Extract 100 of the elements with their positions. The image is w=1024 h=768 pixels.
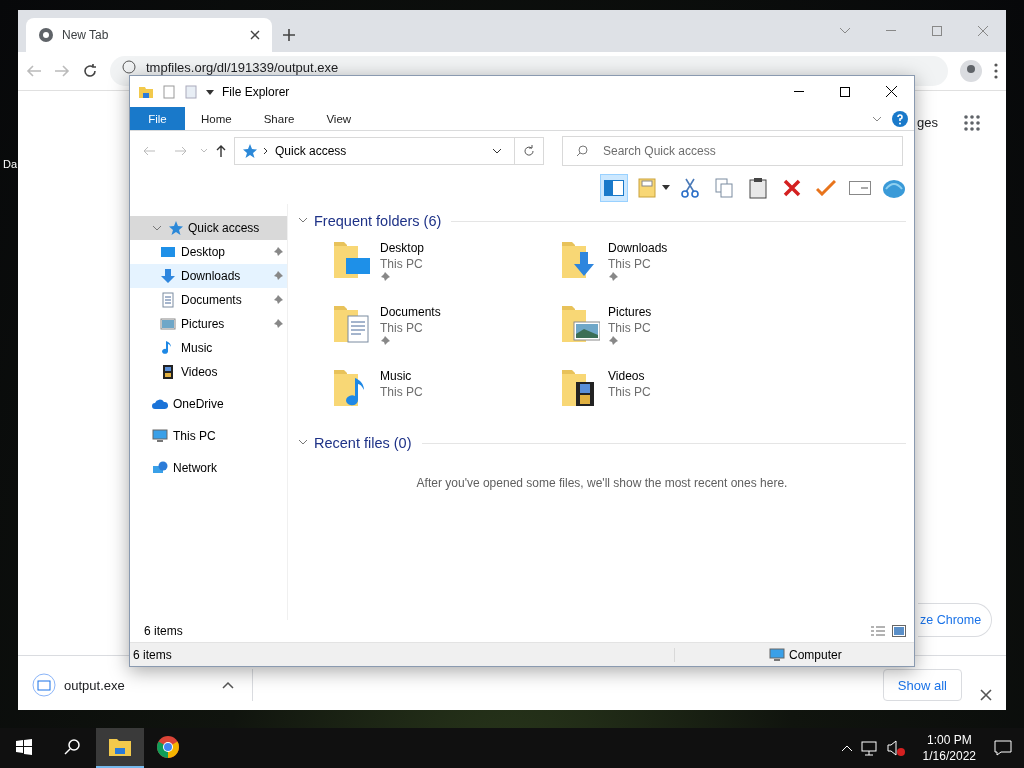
profile-icon[interactable] xyxy=(960,60,982,82)
volume-muted-icon[interactable] xyxy=(886,740,905,756)
folder-name: Pictures xyxy=(608,304,652,320)
window-title: File Explorer xyxy=(222,84,290,99)
taskbar-app[interactable] xyxy=(96,728,144,768)
url-text: tmpfiles.org/dl/191339/output.exe xyxy=(146,60,340,75)
delete-icon xyxy=(783,178,801,197)
folder-location: This PC xyxy=(380,320,424,336)
pane-button[interactable] xyxy=(600,173,628,202)
ribbon-tab[interactable]: Share xyxy=(247,107,311,130)
folder-location: This PC xyxy=(608,320,652,336)
folder-tile[interactable]: Videos This PC xyxy=(560,366,788,418)
note-icon xyxy=(638,177,658,198)
close-icon[interactable] xyxy=(980,689,992,701)
refresh-icon[interactable] xyxy=(523,145,535,157)
check-icon xyxy=(816,179,836,196)
dropdown-icon[interactable] xyxy=(206,87,214,96)
nav-item[interactable]: Documents xyxy=(130,288,287,312)
ribbon-tab[interactable]: View xyxy=(310,107,368,130)
nav-item[interactable]: Videos xyxy=(130,360,287,384)
help-icon[interactable] xyxy=(892,110,908,127)
download-item[interactable]: output.exe xyxy=(32,669,253,701)
nav-item[interactable]: Pictures xyxy=(130,312,287,336)
network-icon xyxy=(152,460,168,476)
up-icon[interactable] xyxy=(214,144,228,158)
reload-icon[interactable] xyxy=(82,63,98,79)
nav-label: Downloads xyxy=(181,269,242,283)
scissors-icon xyxy=(681,177,699,198)
folder-tile[interactable]: Downloads This PC xyxy=(560,238,788,290)
status-text: Computer xyxy=(789,647,842,662)
nav-label: Documents xyxy=(181,293,243,307)
ribbon-tab[interactable]: Home xyxy=(185,107,248,130)
chevron-down-icon[interactable] xyxy=(492,148,502,154)
browser-logo-icon xyxy=(156,735,180,759)
quick-icon xyxy=(167,220,183,236)
folder-name: Desktop xyxy=(380,240,425,256)
folder-name: Videos xyxy=(608,368,646,384)
close-icon[interactable] xyxy=(885,86,897,97)
pane-icon xyxy=(604,179,624,196)
address-text: Quick access xyxy=(275,144,348,158)
nav-item[interactable]: Desktop xyxy=(130,240,287,264)
pictures-icon xyxy=(160,316,176,332)
nav-item[interactable]: Music xyxy=(130,336,287,360)
search-field[interactable]: Search Quick access xyxy=(562,136,903,166)
quick-icon xyxy=(241,143,257,159)
copy-icon xyxy=(715,177,733,198)
nav-label: Videos xyxy=(181,365,219,379)
ribbon-tab[interactable]: File xyxy=(130,107,185,130)
show-all-button[interactable]: Show all xyxy=(882,669,962,701)
nav-item[interactable]: Network xyxy=(130,456,287,480)
dropdown-icon[interactable] xyxy=(662,184,670,191)
folder-name: Downloads xyxy=(608,240,668,256)
rename-icon xyxy=(849,180,871,195)
chevron-up-icon[interactable] xyxy=(222,681,234,689)
folder-tile[interactable]: Documents This PC xyxy=(332,302,560,354)
folder-tile[interactable]: Music This PC xyxy=(332,366,560,418)
nav-label: Network xyxy=(173,461,218,475)
folder-location: This PC xyxy=(608,384,651,400)
pc-icon xyxy=(152,428,168,444)
folder-location: This PC xyxy=(608,256,652,272)
page-link[interactable]: ges xyxy=(917,115,938,130)
status-text: 6 items xyxy=(130,647,675,662)
nav-item[interactable]: Quick access xyxy=(130,216,287,240)
minimize-icon[interactable] xyxy=(886,30,896,32)
documents-icon xyxy=(160,292,176,308)
nav-item[interactable]: OneDrive xyxy=(130,392,287,416)
notification-icon[interactable] xyxy=(994,740,1012,756)
close-icon[interactable] xyxy=(250,30,260,40)
thumbnail-view-icon[interactable] xyxy=(892,625,906,637)
nav-item[interactable]: Downloads xyxy=(130,264,287,288)
search-icon xyxy=(576,145,588,157)
maximize-icon[interactable] xyxy=(840,86,850,97)
section-title[interactable]: Frequent folders (6) xyxy=(314,213,442,229)
file-icon xyxy=(32,673,56,697)
clipboard-icon xyxy=(749,176,767,199)
videos-icon xyxy=(160,364,176,380)
folder-name: Music xyxy=(380,368,413,384)
search-icon xyxy=(64,739,80,755)
customize-button[interactable]: ze Chrome xyxy=(918,603,992,637)
info-icon xyxy=(122,60,136,74)
section-title[interactable]: Recent files (0) xyxy=(314,435,412,451)
folder-name: Documents xyxy=(380,304,441,320)
nav-label: Music xyxy=(181,341,214,355)
pc-icon xyxy=(769,646,785,663)
clock-date: 1/16/2022 xyxy=(922,748,976,764)
clock-time: 1:00 PM xyxy=(926,732,972,748)
apps-grid-icon[interactable] xyxy=(964,115,980,131)
menu-icon[interactable] xyxy=(994,63,998,79)
folder-tile[interactable]: Pictures This PC xyxy=(560,302,788,354)
nav-item[interactable]: This PC xyxy=(130,424,287,448)
browser-logo-icon xyxy=(38,27,54,43)
new-tab-icon[interactable] xyxy=(282,28,296,42)
windows-logo-icon xyxy=(16,739,32,755)
nav-label: This PC xyxy=(173,429,217,443)
address-bar[interactable]: Quick access xyxy=(234,137,544,165)
folder-tile[interactable]: Desktop This PC xyxy=(332,238,560,290)
network-icon[interactable] xyxy=(860,740,879,756)
nav-label: Desktop xyxy=(181,245,227,259)
browser-tab[interactable]: New Tab xyxy=(26,18,272,52)
folder-location: This PC xyxy=(380,384,423,400)
